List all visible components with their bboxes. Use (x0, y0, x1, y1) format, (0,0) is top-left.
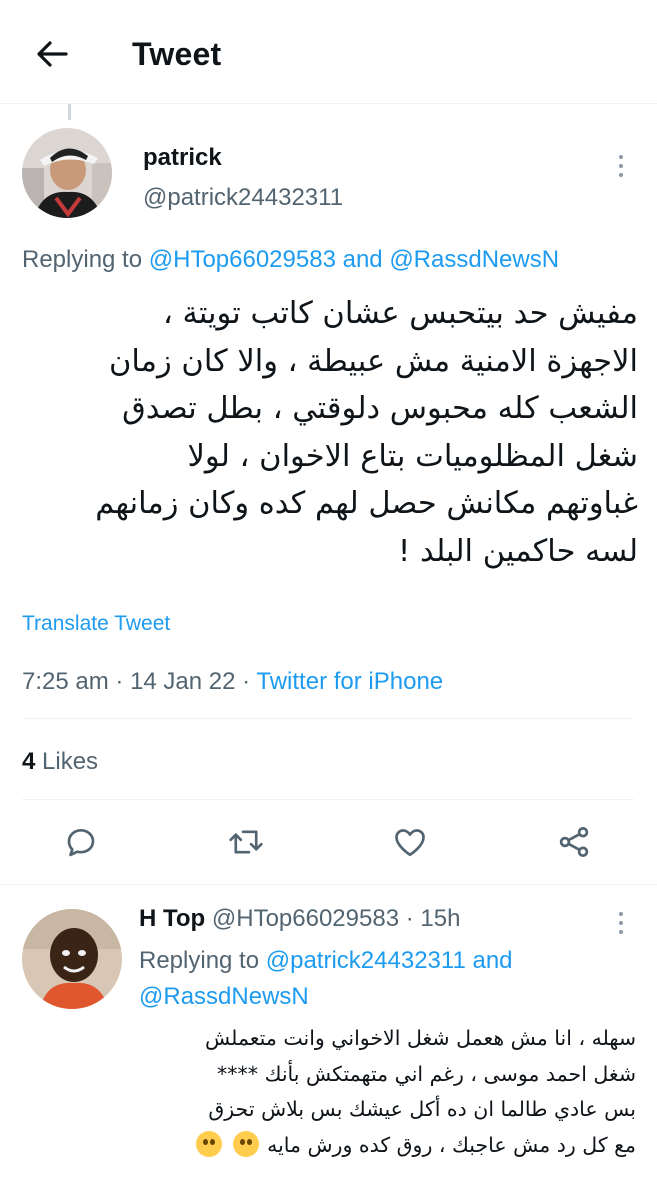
more-dot-icon (619, 930, 623, 934)
display-name[interactable]: H Top (139, 905, 205, 932)
page-title: Tweet (132, 36, 222, 72)
more-options-button[interactable] (606, 903, 636, 943)
likes-count: 4 (22, 748, 36, 775)
tweet-age[interactable]: 15h (420, 905, 460, 932)
tweet-text-line: بس عادي طالما ان ده أكل عيشك بس بلاش تحز… (208, 1097, 636, 1121)
like-button[interactable] (390, 822, 430, 862)
more-dot-icon (619, 912, 623, 916)
grinning-emoji-icon (196, 1130, 223, 1157)
translate-tweet-link[interactable]: Translate Tweet (22, 612, 170, 636)
tweet-time[interactable]: 7:25 am (22, 668, 109, 695)
user-handle[interactable]: @patrick24432311 (143, 184, 343, 212)
more-dot-icon (619, 164, 623, 168)
replying-and: and (472, 947, 513, 974)
retweet-button[interactable] (226, 822, 266, 862)
more-options-button[interactable] (606, 146, 636, 186)
top-bar: Tweet (0, 0, 657, 104)
thread-line (68, 104, 71, 120)
replying-prefix: Replying to (139, 947, 260, 974)
divider (22, 718, 634, 719)
avatar[interactable] (22, 128, 112, 218)
share-icon (559, 827, 589, 857)
replying-prefix: Replying to (22, 246, 143, 273)
tweet-text: مفيش حد بيتحبس عشان كاتب تويتة ، الاجهزة… (18, 290, 638, 575)
more-dot-icon (619, 921, 623, 925)
section-divider (0, 884, 657, 885)
tweet-text-line: الاجهزة الامنية مش عبيطة ، والا كان زمان (108, 343, 638, 379)
user-handle[interactable]: @HTop66029583 (212, 905, 399, 932)
meta-separator: · (405, 905, 414, 932)
tweet-text-line-with-emoji: مع كل رد مش عاجبك ، روق كده ورش مايه (130, 1128, 636, 1164)
display-name[interactable]: patrick (143, 144, 222, 172)
arrow-left-icon (37, 41, 68, 67)
mention-link[interactable]: @HTop66029583 (149, 246, 336, 273)
tweet-meta: 7:25 am · 14 Jan 22 · Twitter for iPhone (22, 668, 443, 696)
replying-to: Replying to @HTop66029583 and @RassdNews… (22, 246, 559, 274)
mention-link[interactable]: @RassdNewsN (139, 983, 309, 1010)
reply-icon (67, 828, 95, 857)
meta-separator: · (242, 668, 257, 695)
divider (22, 799, 634, 800)
tweet-text-line: شغل احمد موسى ، رغم اني متهمتكش بأنك ***… (217, 1061, 636, 1086)
tweet-text-line: سهله ، انا مش هعمل شغل الاخواني وانت متع… (205, 1026, 636, 1050)
replying-and: and (342, 246, 383, 273)
avatar-image (22, 909, 122, 1009)
rolling-eyes-emoji-icon (232, 1130, 259, 1157)
likes-label: Likes (42, 748, 99, 775)
reply-button[interactable] (61, 822, 101, 862)
tweet-text-line: مع كل رد مش عاجبك ، روق كده ورش مايه (267, 1132, 636, 1157)
replying-to: Replying to @patrick24432311 and @RassdN… (139, 943, 609, 1015)
avatar-image (22, 128, 112, 218)
tweet-date[interactable]: 14 Jan 22 (130, 668, 235, 695)
tweet-text: سهله ، انا مش هعمل شغل الاخواني وانت متع… (130, 1021, 636, 1163)
tweet-text-line: شغل المظلوميات بتاع الاخوان ، لولا (187, 438, 639, 474)
avatar[interactable] (22, 909, 122, 1009)
tweet-text-line: الشعب كله محبوس دلوقتي ، بطل تصدق (122, 391, 638, 426)
share-button[interactable] (554, 822, 594, 862)
tweet-text-line: غباوتهم مكانش حصل لهم كده وكان زمانهم (95, 486, 638, 521)
likes-stat[interactable]: 4 Likes (22, 748, 98, 776)
tweet-text-line: مفيش حد بيتحبس عشان كاتب تويتة ، (162, 296, 638, 331)
retweet-icon (229, 830, 263, 854)
like-icon (395, 829, 425, 857)
back-button[interactable] (28, 30, 76, 78)
meta-separator: · (115, 668, 131, 695)
tweet-source-link[interactable]: Twitter for iPhone (256, 668, 443, 695)
tweet-text-line: لسه حاكمين البلد ! (398, 533, 638, 569)
mention-link[interactable]: @RassdNewsN (389, 246, 559, 273)
more-dot-icon (619, 173, 623, 177)
more-dot-icon (619, 155, 623, 159)
reply-header: H Top @HTop66029583 · 15h (139, 905, 460, 933)
mention-link[interactable]: @patrick24432311 (266, 947, 466, 974)
